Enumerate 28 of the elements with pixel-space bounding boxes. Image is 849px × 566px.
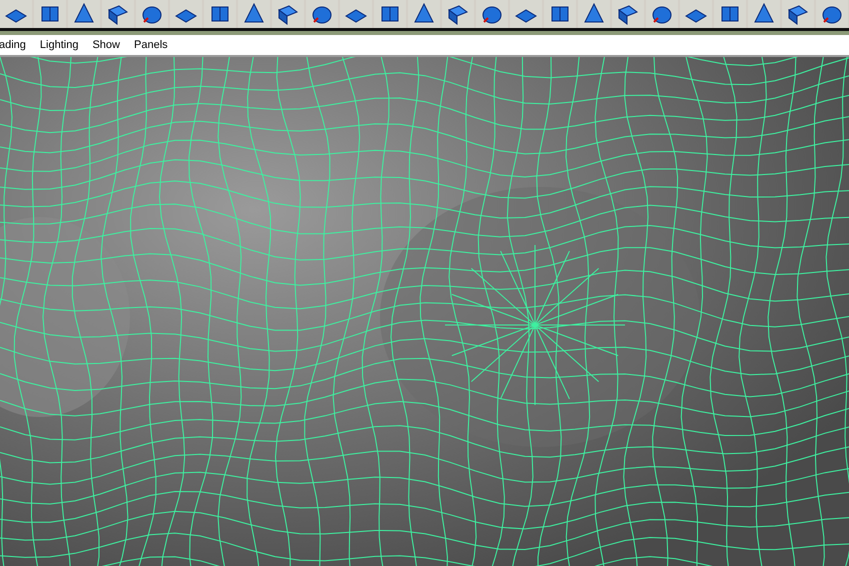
shelf-tool-button[interactable] [374, 0, 406, 28]
shelf-tool-button[interactable] [782, 0, 814, 28]
shelf-tool-button[interactable] [340, 0, 372, 28]
shelf-tool-button[interactable] [34, 0, 66, 28]
menu-item[interactable]: Lighting [38, 39, 80, 51]
shelf-tool-button[interactable] [0, 0, 32, 28]
shelf-tool-button[interactable] [714, 0, 746, 28]
shelf-tool-button[interactable] [680, 0, 712, 28]
shelf-tool-button[interactable] [578, 0, 610, 28]
shelf-tool-button[interactable] [238, 0, 270, 28]
shelf-tool-button[interactable] [170, 0, 202, 28]
shelf-tool-button[interactable] [816, 0, 848, 28]
shelf-tool-button[interactable] [442, 0, 474, 28]
shelf-tool-button[interactable] [272, 0, 304, 28]
shelf-tool-button[interactable] [136, 0, 168, 28]
shelf-tool-button[interactable] [612, 0, 644, 28]
shelf-tool-button[interactable] [306, 0, 338, 28]
shelf-tool-button[interactable] [646, 0, 678, 28]
shelf-tool-button[interactable] [544, 0, 576, 28]
shelf-tool-button[interactable] [476, 0, 508, 28]
menu-item[interactable]: Show [90, 39, 122, 51]
shelf-tool-button[interactable] [748, 0, 780, 28]
shelf-tool-button[interactable] [204, 0, 236, 28]
menu-item[interactable]: Panels [132, 39, 170, 51]
shelf-tool-button[interactable] [510, 0, 542, 28]
shelf-tool-button[interactable] [102, 0, 134, 28]
shelf-tool-button[interactable] [408, 0, 440, 28]
shelf-tool-button[interactable] [68, 0, 100, 28]
